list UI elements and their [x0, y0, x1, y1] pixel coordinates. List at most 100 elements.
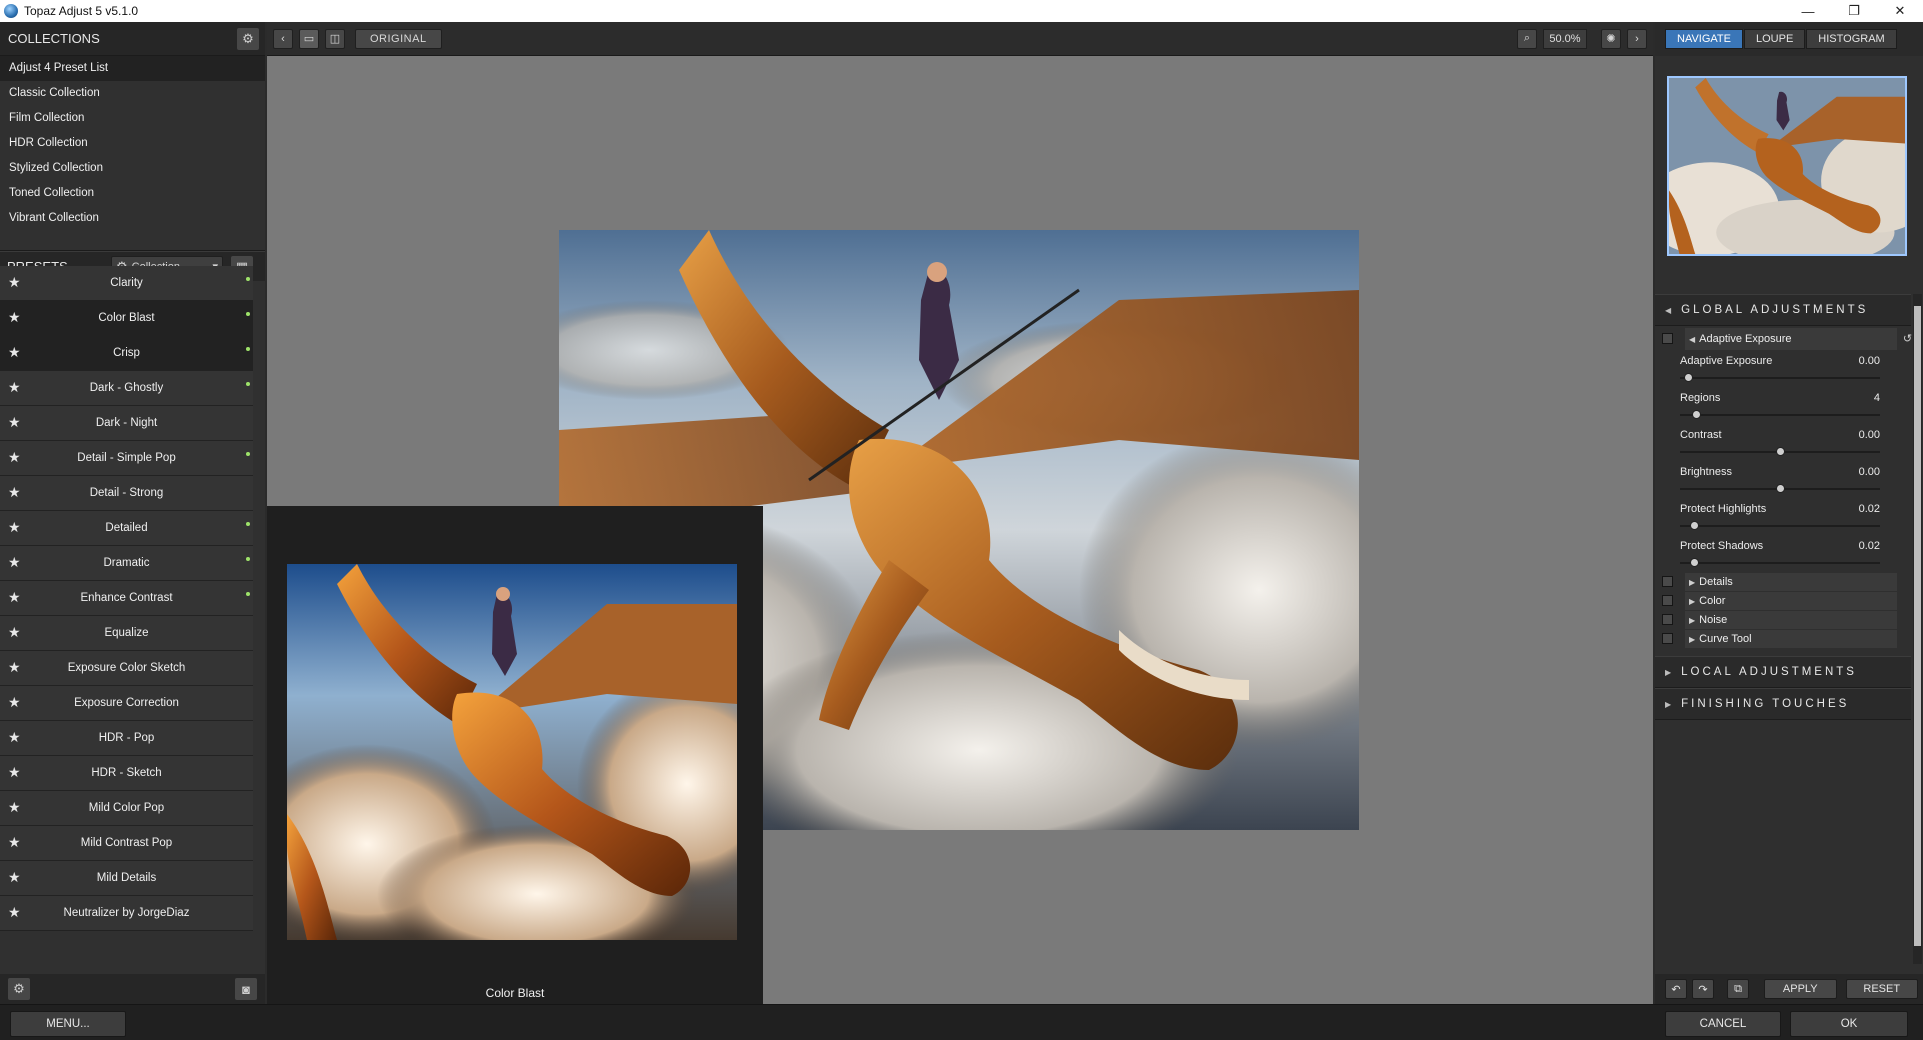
star-icon[interactable]: ★ — [8, 834, 21, 851]
slider-value[interactable]: 4 — [1874, 392, 1880, 404]
collapse-left-button[interactable]: ‹ — [273, 28, 293, 49]
ok-button[interactable]: OK — [1790, 1011, 1908, 1037]
zoom-button[interactable]: ⌕ — [1517, 28, 1537, 49]
collection-item[interactable]: Stylized Collection — [0, 156, 265, 181]
minimize-button[interactable]: — — [1785, 0, 1831, 22]
preset-item[interactable]: ★ Neutralizer by JorgeDiaz — [0, 896, 253, 931]
slider-value[interactable]: 0.02 — [1859, 540, 1880, 552]
star-icon[interactable]: ★ — [8, 414, 21, 431]
zoom-level[interactable]: 50.0% — [1543, 28, 1587, 49]
subsection-header[interactable]: ▶ Color — [1662, 592, 1897, 610]
star-icon[interactable]: ★ — [8, 799, 21, 816]
bulb-button[interactable]: ✺ — [1601, 28, 1621, 49]
star-icon[interactable]: ★ — [8, 519, 21, 536]
collection-item[interactable]: HDR Collection — [0, 131, 265, 156]
image-canvas[interactable]: Color Blast — [267, 56, 1653, 1004]
slider-thumb[interactable] — [1776, 447, 1785, 456]
collection-item[interactable]: Film Collection — [0, 106, 265, 131]
star-icon[interactable]: ★ — [8, 274, 21, 291]
slider-value[interactable]: 0.00 — [1859, 429, 1880, 441]
menu-button[interactable]: MENU... — [10, 1011, 126, 1037]
preset-item[interactable]: ★ Detailed — [0, 511, 253, 546]
slider-track[interactable] — [1680, 525, 1880, 527]
preset-item[interactable]: ★ Dark - Night — [0, 406, 253, 441]
adjustments-scrollbar[interactable] — [1913, 294, 1922, 964]
preset-item[interactable]: ★ Detail - Simple Pop — [0, 441, 253, 476]
collection-item[interactable]: Classic Collection — [0, 81, 265, 106]
star-icon[interactable]: ★ — [8, 344, 21, 361]
adaptive-exposure-header[interactable]: ◀ Adaptive Exposure ↺ — [1662, 328, 1912, 350]
collection-item[interactable]: Vibrant Collection — [0, 206, 265, 231]
slider-thumb[interactable] — [1690, 521, 1699, 530]
slider-value[interactable]: 0.00 — [1859, 466, 1880, 478]
star-icon[interactable]: ★ — [8, 589, 21, 606]
star-icon[interactable]: ★ — [8, 764, 21, 781]
preset-settings-button[interactable]: ⚙ — [8, 978, 30, 1000]
preset-item[interactable]: ★ Crisp — [0, 336, 253, 371]
preset-item[interactable]: ★ Mild Contrast Pop — [0, 826, 253, 861]
finishing-touches-header[interactable]: ▶ FINISHING TOUCHES — [1655, 688, 1911, 720]
close-button[interactable]: ✕ — [1877, 0, 1923, 22]
collection-item[interactable]: Adjust 4 Preset List — [0, 56, 265, 81]
preset-item[interactable]: ★ Dark - Ghostly — [0, 371, 253, 406]
preset-item[interactable]: ★ HDR - Sketch — [0, 756, 253, 791]
star-icon[interactable]: ★ — [8, 869, 21, 886]
preset-item[interactable]: ★ Clarity — [0, 266, 253, 301]
navigator-thumbnail[interactable] — [1667, 76, 1907, 256]
preset-item[interactable]: ★ Detail - Strong — [0, 476, 253, 511]
preset-item[interactable]: ★ Exposure Color Sketch — [0, 651, 253, 686]
adaptive-exposure-checkbox[interactable] — [1662, 333, 1673, 344]
snapshot-button[interactable]: ◙ — [235, 978, 257, 1000]
slider-track[interactable] — [1680, 377, 1880, 379]
original-button[interactable]: ORIGINAL — [355, 28, 442, 49]
single-view-button[interactable]: ▭ — [299, 28, 319, 49]
subsection-checkbox[interactable] — [1662, 633, 1673, 644]
local-adjustments-header[interactable]: ▶ LOCAL ADJUSTMENTS — [1655, 656, 1911, 688]
star-icon[interactable]: ★ — [8, 484, 21, 501]
preset-item[interactable]: ★ Enhance Contrast — [0, 581, 253, 616]
apply-button[interactable]: APPLY — [1764, 979, 1837, 999]
preset-item[interactable]: ★ Color Blast — [0, 301, 253, 336]
star-icon[interactable]: ★ — [8, 379, 21, 396]
preset-item[interactable]: ★ Mild Color Pop — [0, 791, 253, 826]
tab-histogram[interactable]: HISTOGRAM — [1806, 29, 1897, 49]
star-icon[interactable]: ★ — [8, 449, 21, 466]
subsection-checkbox[interactable] — [1662, 595, 1673, 606]
slider-value[interactable]: 0.02 — [1859, 503, 1880, 515]
tab-loupe[interactable]: LOUPE — [1744, 29, 1806, 49]
star-icon[interactable]: ★ — [8, 904, 21, 921]
slider-value[interactable]: 0.00 — [1859, 355, 1880, 367]
collapse-right-button[interactable]: › — [1627, 28, 1647, 49]
star-icon[interactable]: ★ — [8, 554, 21, 571]
preset-item[interactable]: ★ Mild Details — [0, 861, 253, 896]
star-icon[interactable]: ★ — [8, 694, 21, 711]
collections-settings-button[interactable]: ⚙ — [237, 27, 259, 50]
undo-button[interactable]: ↶ — [1665, 979, 1687, 999]
preset-item[interactable]: ★ Dramatic — [0, 546, 253, 581]
subsection-header[interactable]: ▶ Details — [1662, 573, 1897, 591]
preset-item[interactable]: ★ HDR - Pop — [0, 721, 253, 756]
collection-item[interactable]: Toned Collection — [0, 181, 265, 206]
tab-navigate[interactable]: NAVIGATE — [1665, 29, 1743, 49]
star-icon[interactable]: ★ — [8, 309, 21, 326]
slider-thumb[interactable] — [1690, 558, 1699, 567]
split-view-button[interactable]: ◫ — [325, 28, 345, 49]
history-button[interactable]: ⧉ — [1727, 979, 1749, 999]
slider-thumb[interactable] — [1776, 484, 1785, 493]
subsection-header[interactable]: ▶ Noise — [1662, 611, 1897, 629]
reset-button[interactable]: RESET — [1845, 979, 1918, 999]
cancel-button[interactable]: CANCEL — [1665, 1011, 1781, 1037]
preset-item[interactable]: ★ Exposure Correction — [0, 686, 253, 721]
subsection-checkbox[interactable] — [1662, 576, 1673, 587]
slider-track[interactable] — [1680, 414, 1880, 416]
star-icon[interactable]: ★ — [8, 624, 21, 641]
restore-button[interactable]: ❐ — [1831, 0, 1877, 22]
subsection-header[interactable]: ▶ Curve Tool — [1662, 630, 1897, 648]
redo-button[interactable]: ↷ — [1692, 979, 1714, 999]
slider-thumb[interactable] — [1692, 410, 1701, 419]
adjustments-scroll-thumb[interactable] — [1914, 306, 1921, 946]
slider-track[interactable] — [1680, 562, 1880, 564]
preset-item[interactable]: ★ Equalize — [0, 616, 253, 651]
slider-thumb[interactable] — [1684, 373, 1693, 382]
star-icon[interactable]: ★ — [8, 659, 21, 676]
